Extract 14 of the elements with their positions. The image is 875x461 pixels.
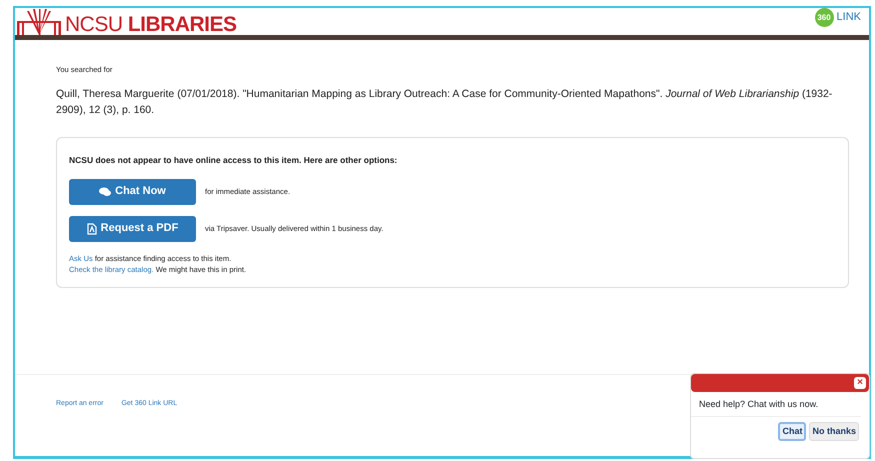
chat-icon (99, 186, 112, 196)
popup-button[interactable]: No thanks (809, 422, 859, 441)
logo-icon (17, 9, 61, 35)
link-badge: 360 (814, 8, 834, 27)
popup-message: Need help? Chat with us now. (691, 392, 861, 416)
chat-now-button[interactable]: Chat Now (69, 178, 196, 204)
link-text: LINK (836, 10, 861, 26)
options-heading: NCSU does not appear to have online access to this item. Here are other options: (69, 154, 398, 166)
request-pdf-button[interactable]: Request a PDF (69, 216, 196, 242)
pdf-file-icon (86, 222, 97, 234)
popup-button[interactable]: Chat (778, 422, 806, 441)
logo-text: NCSU LIBRARIES (65, 14, 237, 35)
close-button[interactable]: × (854, 377, 866, 389)
citation-text: Quill, Theresa Marguerite (07/01/2018). "Humanitarian Mapping as Library Outreach: A Case for Community-Oriented Mapathons". Journal of Web Librarianship (1932-2909), 12 (3), p. 160. (56, 87, 834, 118)
